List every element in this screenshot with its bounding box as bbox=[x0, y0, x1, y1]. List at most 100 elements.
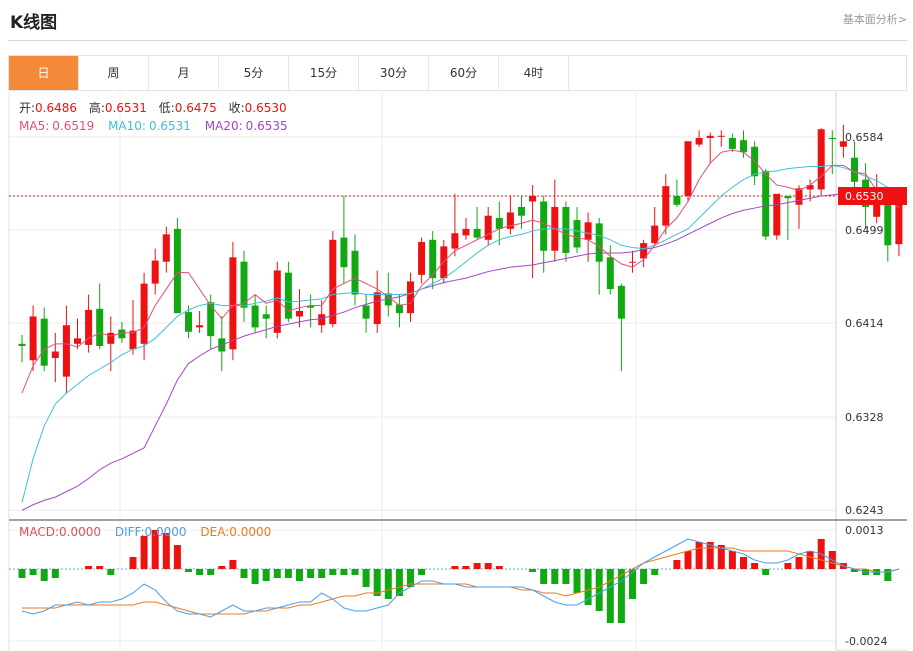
macd-bar bbox=[362, 569, 370, 587]
macd-bar bbox=[251, 569, 259, 584]
macd-bar bbox=[85, 566, 93, 569]
macd-bar bbox=[728, 551, 736, 569]
candle-body bbox=[318, 314, 326, 326]
macd-bar bbox=[29, 569, 37, 575]
candle-body bbox=[473, 228, 481, 238]
dea-label: DEA: bbox=[200, 525, 229, 539]
candle-body bbox=[728, 137, 736, 149]
candle-body bbox=[251, 305, 259, 328]
candle-body bbox=[273, 270, 281, 333]
svg-text:MA5:0.6519 MA10:0.6531: MA5: 0.6519 MA10: 0.6531 MA20: 0.6535 bbox=[19, 119, 288, 133]
candle-body bbox=[606, 257, 614, 290]
ma5-value: 0.6519 bbox=[52, 119, 94, 133]
candle-body bbox=[40, 318, 48, 366]
candle-body bbox=[662, 186, 670, 226]
candle-body bbox=[284, 272, 292, 319]
candle-body bbox=[884, 201, 892, 246]
macd-bar bbox=[806, 551, 814, 569]
macd-tick-label: 0.0013 bbox=[845, 524, 884, 537]
candle-body bbox=[595, 223, 603, 262]
candle-body bbox=[529, 196, 537, 202]
macd-bar bbox=[185, 569, 192, 572]
candle-body bbox=[196, 325, 204, 328]
macd-bar bbox=[329, 569, 337, 575]
macd-bar bbox=[296, 569, 303, 581]
macd-bar bbox=[262, 569, 270, 581]
candle-body bbox=[451, 233, 459, 249]
high-value: 0.6531 bbox=[105, 101, 147, 115]
candle-body bbox=[617, 285, 625, 319]
macd-bar bbox=[207, 569, 215, 575]
macd-bar bbox=[684, 551, 692, 569]
candle-body bbox=[484, 215, 492, 240]
candle-body bbox=[828, 137, 836, 140]
macd-bar bbox=[884, 569, 892, 581]
open-label: 开: bbox=[19, 101, 35, 115]
macd-bar bbox=[795, 557, 803, 569]
candle-body bbox=[518, 206, 525, 216]
dea-value: 0.0000 bbox=[229, 525, 271, 539]
candle-body bbox=[373, 292, 381, 325]
candle-body bbox=[173, 228, 181, 314]
macd-bar bbox=[351, 569, 359, 575]
candle-body bbox=[207, 302, 215, 337]
candle-body bbox=[573, 220, 581, 248]
macd-bar bbox=[595, 569, 603, 611]
macd-bar bbox=[273, 569, 281, 578]
candle-body bbox=[140, 283, 148, 344]
candle-body bbox=[185, 312, 192, 332]
candle-body bbox=[362, 305, 370, 319]
candle-body bbox=[762, 170, 770, 237]
candle-body bbox=[18, 343, 26, 347]
macd-bar bbox=[762, 569, 770, 575]
macd-bar bbox=[651, 569, 659, 575]
macd-bar bbox=[562, 569, 570, 584]
candle-body bbox=[74, 338, 81, 344]
macd-bar bbox=[51, 569, 59, 578]
candlestick-series bbox=[18, 124, 903, 394]
macd-bar bbox=[173, 545, 181, 569]
macd-bar bbox=[784, 563, 792, 569]
macd-histogram bbox=[9, 530, 892, 623]
candle-body bbox=[629, 261, 636, 263]
candle-body bbox=[784, 196, 792, 199]
price-tick-label: 0.6584 bbox=[845, 131, 884, 144]
macd-bar bbox=[284, 569, 292, 578]
macd-bar bbox=[462, 566, 470, 569]
macd-tick-label: -0.0024 bbox=[845, 635, 887, 648]
ma10-label: MA10: bbox=[108, 119, 146, 133]
macd-bar bbox=[529, 569, 537, 572]
candle-body bbox=[51, 351, 59, 359]
macd-bar bbox=[673, 560, 681, 569]
macd-bar bbox=[18, 569, 26, 578]
macd-bar bbox=[129, 557, 137, 569]
candle-body bbox=[107, 332, 115, 344]
price-tick-label: 0.6243 bbox=[845, 504, 884, 517]
candle-body bbox=[740, 140, 747, 153]
macd-bar bbox=[140, 536, 148, 569]
macd-bar bbox=[495, 566, 503, 569]
candle-body bbox=[562, 206, 570, 253]
candle-body bbox=[229, 257, 237, 350]
candle-body bbox=[495, 217, 503, 229]
candle-body bbox=[717, 135, 725, 137]
candle-body bbox=[773, 193, 781, 236]
candle-body bbox=[651, 225, 659, 244]
macd-bar bbox=[751, 563, 759, 569]
macd-bar bbox=[318, 569, 326, 578]
macd-bar bbox=[451, 566, 459, 569]
candle-body bbox=[340, 237, 348, 268]
macd-bar bbox=[695, 542, 703, 569]
kline-chart[interactable]: 0.6584 0.6499 0.6414 0.6328 0.6243 0.0013 -0.0… bbox=[0, 0, 913, 651]
candle-body bbox=[706, 135, 714, 138]
macd-bar bbox=[307, 569, 315, 578]
candle-body bbox=[62, 325, 70, 377]
macd-bar bbox=[340, 569, 348, 575]
macd-bar bbox=[96, 566, 104, 569]
macd-bar bbox=[418, 569, 426, 575]
open-value: 0.6486 bbox=[35, 101, 77, 115]
candle-body bbox=[296, 310, 303, 317]
candle-body bbox=[151, 260, 159, 284]
macd-bar bbox=[573, 569, 581, 593]
macd-bar bbox=[740, 557, 747, 569]
